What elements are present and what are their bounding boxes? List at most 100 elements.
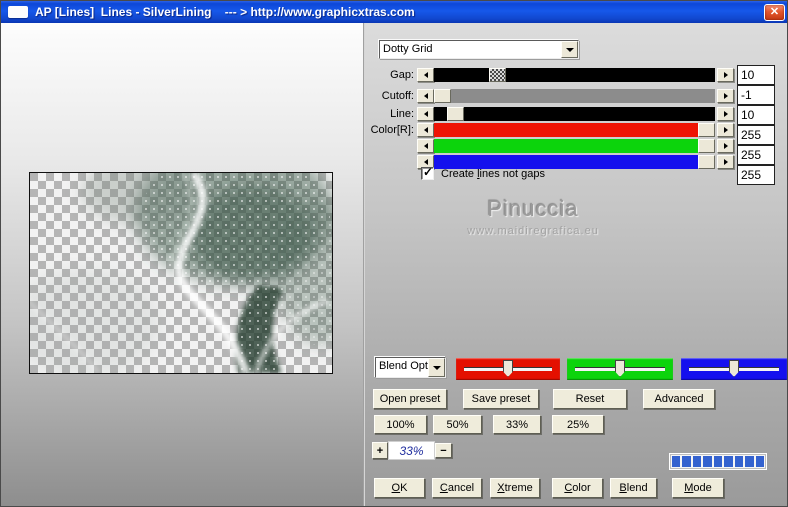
save-preset-button[interactable]: Save preset bbox=[463, 389, 539, 409]
progress-segment bbox=[734, 456, 744, 467]
color-green-value-field[interactable]: 255 bbox=[737, 145, 775, 165]
cutoff-value-field[interactable]: -1 bbox=[737, 85, 775, 105]
filter-select-value: Dotty Grid bbox=[383, 43, 433, 55]
arrow-right-icon bbox=[723, 93, 728, 99]
zoom-level-field[interactable]: 33% bbox=[388, 441, 435, 460]
reset-button[interactable]: Reset bbox=[553, 389, 627, 409]
mode-button[interactable]: Mode bbox=[672, 478, 724, 498]
create-lines-checkbox[interactable]: ✓ bbox=[421, 165, 434, 180]
gap-slider-track[interactable] bbox=[434, 68, 715, 82]
advanced-button[interactable]: Advanced bbox=[643, 389, 715, 409]
gap-increment-button[interactable] bbox=[717, 68, 734, 82]
gap-value-field[interactable]: 10 bbox=[737, 65, 775, 85]
filter-select-dropdown-button[interactable] bbox=[561, 41, 578, 58]
gap-decrement-button[interactable] bbox=[417, 68, 434, 82]
line-decrement-button[interactable] bbox=[417, 107, 434, 121]
arrow-left-icon bbox=[423, 127, 428, 133]
plugin-dialog-window: AP [Lines] Lines - SilverLining --- > ht… bbox=[0, 0, 788, 507]
arrow-right-icon bbox=[723, 111, 728, 117]
progress-segment bbox=[713, 456, 723, 467]
cancel-button[interactable]: Cancel bbox=[432, 478, 482, 498]
preview-artwork bbox=[10, 143, 365, 378]
color-green-slider-track[interactable] bbox=[434, 139, 715, 153]
blue-mix-thumb[interactable] bbox=[729, 360, 739, 377]
color-red-slider-track[interactable] bbox=[434, 123, 715, 137]
color-button[interactable]: Color bbox=[552, 478, 603, 498]
ok-button[interactable]: OK bbox=[374, 478, 425, 498]
gap-slider-thumb[interactable] bbox=[489, 68, 507, 82]
zoom-in-button[interactable]: + bbox=[372, 442, 388, 459]
cutoff-slider-row: Cutoff: bbox=[369, 89, 734, 104]
cutoff-increment-button[interactable] bbox=[717, 89, 734, 103]
green-mix-thumb[interactable] bbox=[615, 360, 625, 377]
line-value-field[interactable]: 10 bbox=[737, 105, 775, 125]
zoom-33-button[interactable]: 33% bbox=[493, 415, 541, 434]
line-increment-button[interactable] bbox=[717, 107, 734, 121]
color-green-increment-button[interactable] bbox=[717, 139, 734, 153]
create-lines-checkbox-label: Create lines not gaps bbox=[441, 167, 545, 180]
blend-button[interactable]: Blend bbox=[610, 478, 657, 498]
color-red-decrement-button[interactable] bbox=[417, 123, 434, 137]
arrow-left-icon bbox=[423, 143, 428, 149]
color-red-increment-button[interactable] bbox=[717, 123, 734, 137]
create-lines-checkbox-row[interactable]: ✓ Create lines not gaps bbox=[421, 165, 545, 180]
cutoff-slider-track[interactable] bbox=[434, 89, 715, 103]
line-label: Line: bbox=[390, 108, 414, 120]
chevron-down-icon bbox=[432, 365, 441, 370]
zoom-50-button[interactable]: 50% bbox=[433, 415, 482, 434]
window-title: AP [Lines] Lines - SilverLining --- > ht… bbox=[35, 5, 415, 19]
progress-segment bbox=[682, 456, 691, 467]
line-slider-thumb[interactable] bbox=[447, 107, 465, 121]
color-red-value-field[interactable]: 255 bbox=[737, 125, 775, 145]
arrow-right-icon bbox=[723, 127, 728, 133]
color-red-slider-thumb[interactable] bbox=[698, 123, 715, 137]
filter-select[interactable]: Dotty Grid bbox=[379, 40, 579, 59]
color-red-label: Color[R]: bbox=[370, 124, 414, 136]
color-red-slider-row: Color[R]: bbox=[369, 123, 734, 138]
color-green-decrement-button[interactable] bbox=[417, 139, 434, 153]
color-green-slider-row bbox=[369, 139, 734, 154]
color-blue-increment-button[interactable] bbox=[717, 155, 734, 169]
arrow-right-icon bbox=[723, 72, 728, 78]
color-green-slider-thumb[interactable] bbox=[698, 139, 715, 153]
arrow-right-icon bbox=[723, 143, 728, 149]
red-mix-slider[interactable] bbox=[456, 358, 560, 380]
progress-segment bbox=[745, 456, 754, 467]
close-button[interactable]: ✕ bbox=[764, 4, 785, 21]
title-bar[interactable]: AP [Lines] Lines - SilverLining --- > ht… bbox=[1, 1, 787, 23]
zoom-out-button[interactable]: − bbox=[435, 443, 452, 458]
cutoff-slider-thumb[interactable] bbox=[434, 89, 451, 103]
progress-segment bbox=[724, 456, 733, 467]
cutoff-label: Cutoff: bbox=[381, 90, 414, 102]
check-icon: ✓ bbox=[423, 165, 434, 179]
window-icon bbox=[8, 6, 28, 18]
blend-options-dropdown-button[interactable] bbox=[428, 358, 445, 377]
arrow-left-icon bbox=[423, 111, 428, 117]
progress-segment bbox=[672, 456, 681, 467]
line-slider-track[interactable] bbox=[434, 107, 715, 121]
blue-mix-slider[interactable] bbox=[681, 358, 787, 380]
progress-bar bbox=[669, 453, 767, 470]
cutoff-decrement-button[interactable] bbox=[417, 89, 434, 103]
red-mix-thumb[interactable] bbox=[503, 360, 513, 377]
arrow-right-icon bbox=[723, 159, 728, 165]
line-slider-row: Line: bbox=[369, 107, 734, 122]
blend-options-select[interactable]: Blend Opti bbox=[375, 357, 446, 378]
chevron-down-icon bbox=[565, 47, 574, 52]
progress-segment bbox=[692, 456, 702, 467]
arrow-left-icon bbox=[423, 93, 428, 99]
color-blue-slider-thumb[interactable] bbox=[698, 155, 715, 169]
xtreme-button[interactable]: Xtreme bbox=[490, 478, 540, 498]
zoom-100-button[interactable]: 100% bbox=[374, 415, 427, 434]
progress-segment bbox=[755, 456, 764, 467]
blend-options-value: Blend Opti bbox=[379, 360, 428, 372]
arrow-left-icon bbox=[423, 72, 428, 78]
open-preset-button[interactable]: Open preset bbox=[373, 389, 447, 409]
color-blue-value-field[interactable]: 255 bbox=[737, 165, 775, 185]
zoom-25-button[interactable]: 25% bbox=[552, 415, 604, 434]
gap-label: Gap: bbox=[390, 69, 414, 81]
progress-segment bbox=[703, 456, 712, 467]
green-mix-slider[interactable] bbox=[567, 358, 673, 380]
gap-slider-row: Gap: bbox=[369, 68, 734, 83]
preview-image[interactable] bbox=[10, 143, 365, 378]
